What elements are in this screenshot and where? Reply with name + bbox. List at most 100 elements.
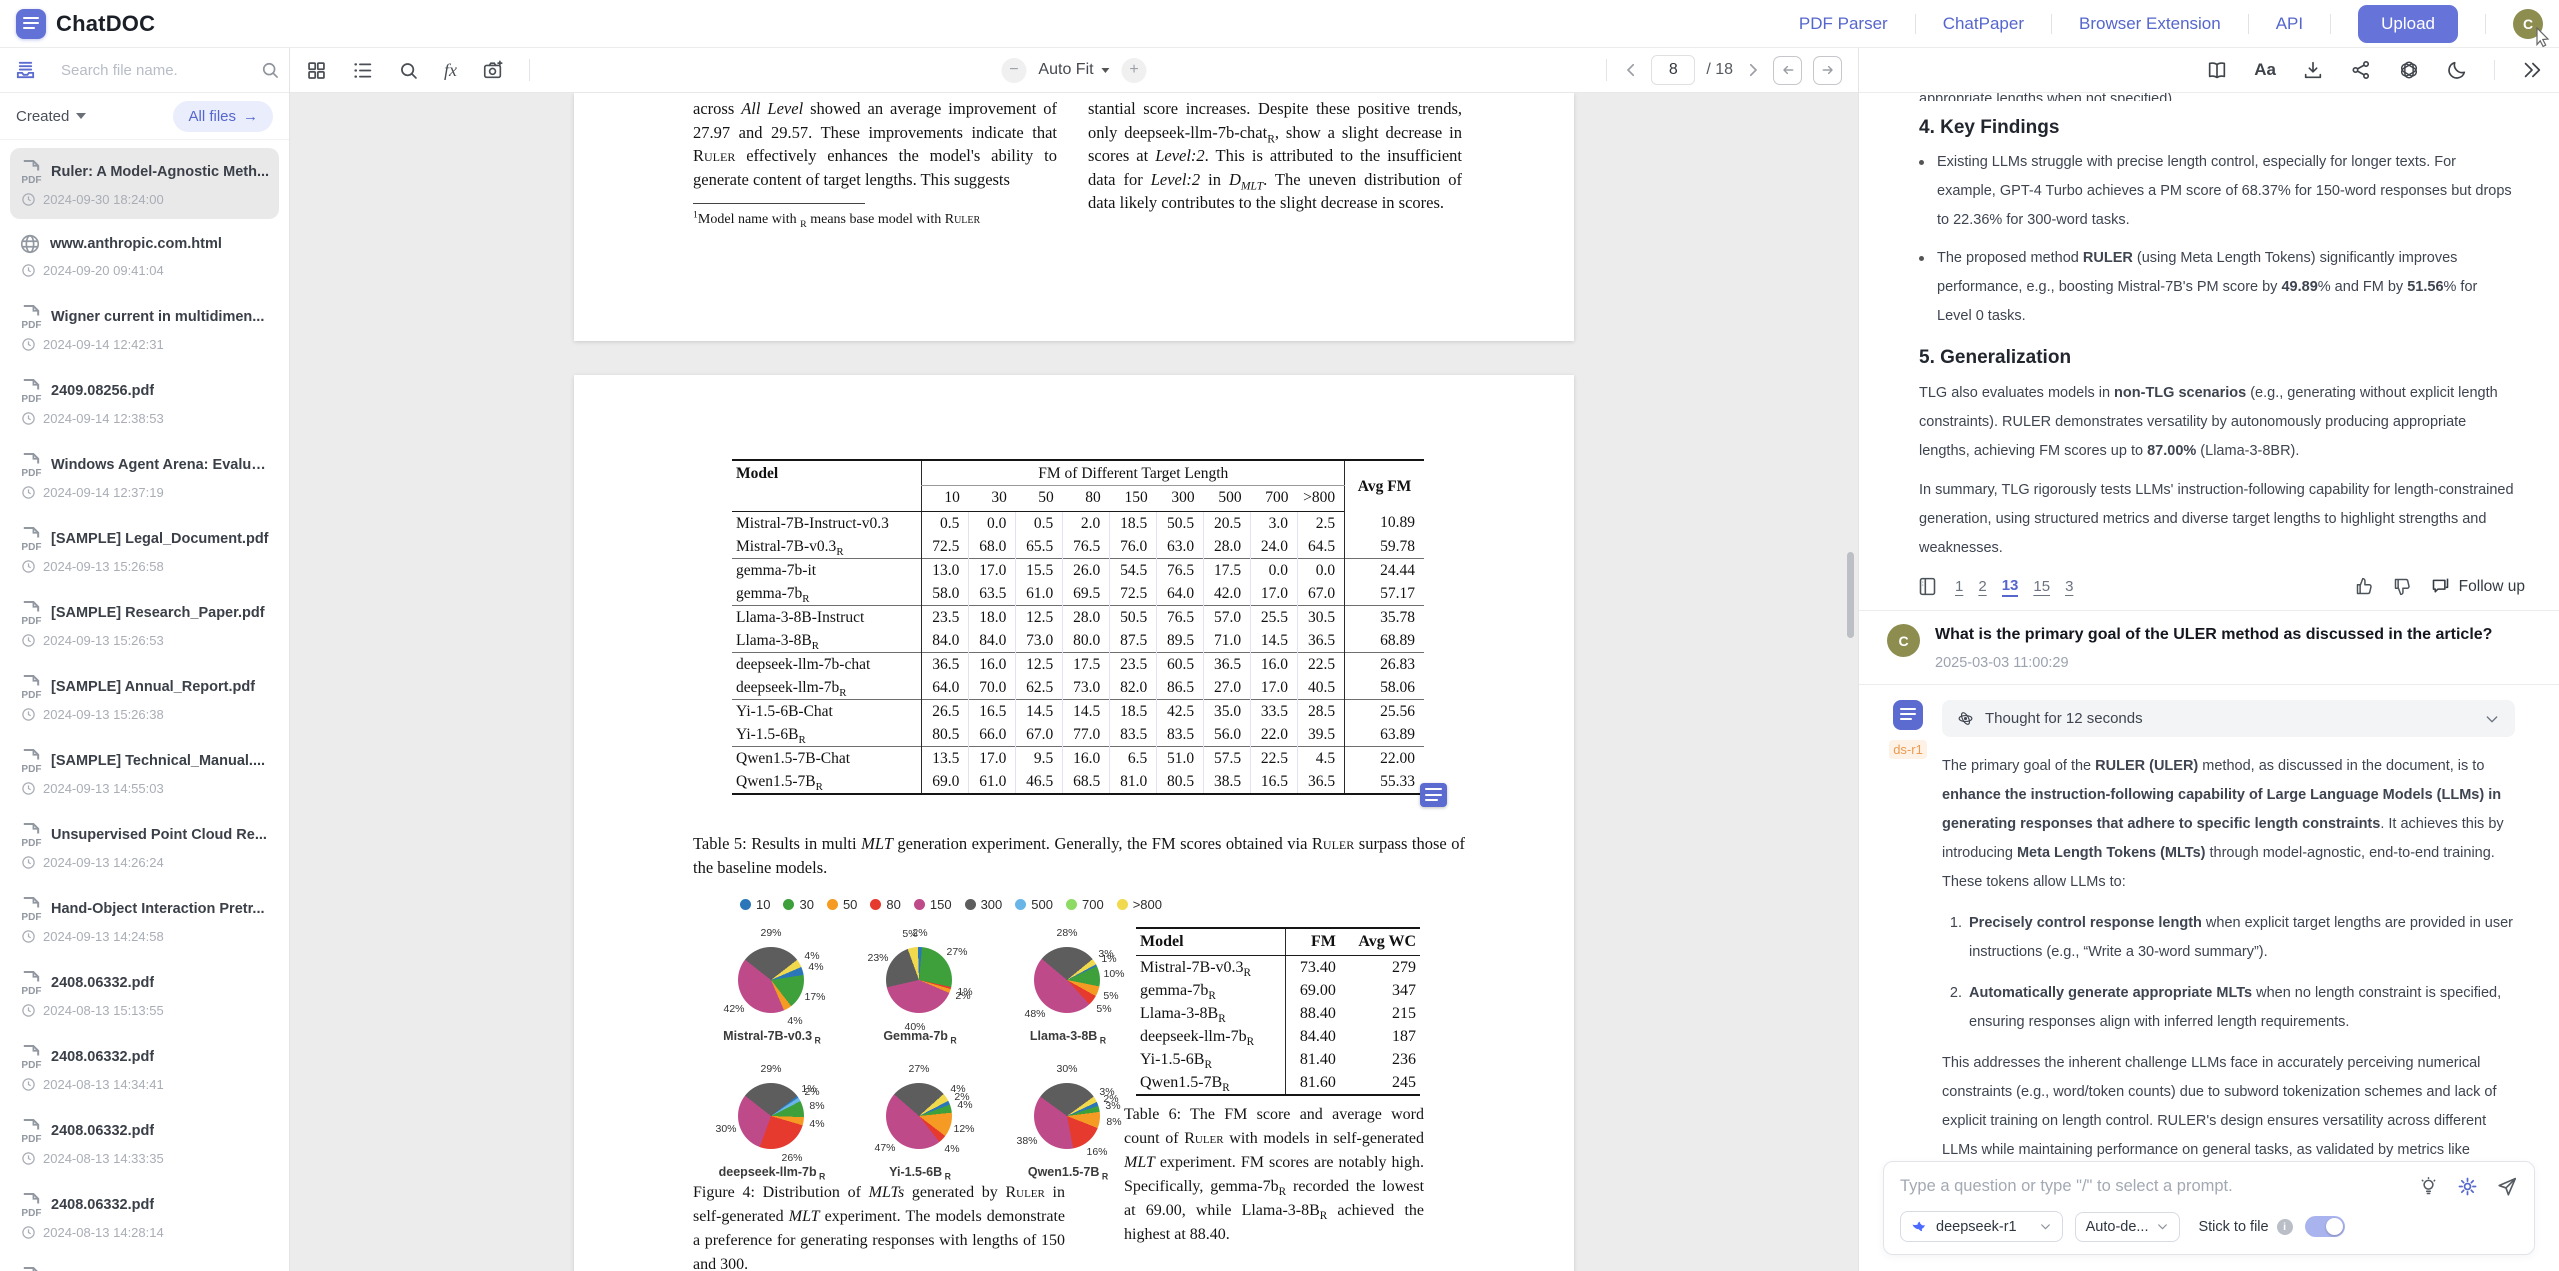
file-list-item[interactable]: PDF2408.06332.pdf 2024-08-13 15:13:55	[10, 959, 279, 1030]
file-title: [SAMPLE] Research_Paper.pdf	[51, 605, 265, 621]
file-list-item[interactable]: PDF2408.06332.pdf 2024-08-13 14:34:41	[10, 1033, 279, 1104]
file-list-item[interactable]: PDF2408.06332.pdf 2024-08-13 14:33:35	[10, 1107, 279, 1178]
zoom-in-button[interactable]: +	[1122, 58, 1147, 83]
answer-paragraph: This addresses the inherent challenge LL…	[1942, 1049, 2515, 1159]
stick-to-file-label: Stick to file i	[2198, 1219, 2292, 1235]
clock-icon	[21, 411, 36, 426]
pie-chart: 29%4%4%17%4%42%Mistral-7B-v0.3 R	[698, 927, 846, 1051]
question-input[interactable]	[1900, 1177, 2400, 1196]
thumbnail-grid-icon[interactable]	[306, 60, 327, 81]
file-list-item[interactable]: PDF[SAMPLE] Technical_Manual.... 2024-09…	[10, 737, 279, 808]
source-page-link[interactable]: 1	[1955, 578, 1963, 595]
follow-up-button[interactable]: Follow up	[2430, 576, 2525, 597]
page-prev-icon[interactable]	[1622, 61, 1640, 79]
send-icon[interactable]	[2496, 1175, 2518, 1197]
legend-item: 80	[870, 897, 900, 912]
source-page-link[interactable]: 15	[2033, 578, 2050, 595]
file-list-item[interactable]: PDF[SAMPLE] Annual_Report.pdf 2024-09-13…	[10, 663, 279, 734]
dark-mode-moon-icon[interactable]	[2446, 59, 2468, 81]
model-select-dropdown[interactable]: deepseek-r1	[1900, 1211, 2063, 1242]
source-page-link[interactable]: 3	[2065, 578, 2073, 595]
thumbs-up-icon[interactable]	[2354, 576, 2375, 597]
search-icon[interactable]	[260, 60, 280, 80]
source-page-link[interactable]: 2	[1978, 578, 1986, 595]
summary-bullet: Existing LLMs struggle with precise leng…	[1919, 148, 2515, 235]
table-row: Mistral-7B-v0.3R73.40279	[1136, 956, 1420, 980]
source-page-link[interactable]: 13	[2002, 577, 2019, 597]
file-list-item[interactable]: PDF[SAMPLE] Legal_Document.pdf 2024-09-1…	[10, 515, 279, 586]
clock-icon	[21, 1077, 36, 1092]
nav-chatpaper[interactable]: ChatPaper	[1943, 14, 2024, 34]
share-icon[interactable]	[2350, 59, 2372, 81]
file-date: 2024-09-13 14:24:58	[43, 929, 164, 944]
outline-list-icon[interactable]	[352, 60, 373, 81]
pdf-file-icon: PDF	[19, 1192, 42, 1217]
auto-detect-dropdown[interactable]: Auto-de...	[2075, 1212, 2181, 1242]
file-list-item[interactable]: PDFWigner current in multidimen... 2024-…	[10, 293, 279, 364]
document-viewer[interactable]: across All Level showed an average impro…	[290, 93, 1858, 1271]
file-list-item[interactable]: PDFWindows Agent Arena: Evalua... 2024-0…	[10, 441, 279, 512]
file-list-item[interactable]: PDF[SAMPLE] Research_Paper.pdf 2024-09-1…	[10, 589, 279, 660]
chat-scroll-area[interactable]: appropriate lengths when not specified).…	[1859, 93, 2559, 1159]
all-files-button[interactable]: All files→	[173, 101, 273, 132]
info-icon[interactable]: i	[2277, 1219, 2293, 1235]
file-list-item[interactable]: www.anthropic.com.html 2024-09-20 09:41:…	[10, 222, 279, 290]
file-list-item[interactable]: PDFUnsupervised Point Cloud Re... 2024-0…	[10, 811, 279, 882]
search-document-icon[interactable]	[398, 60, 419, 81]
svg-text:PDF: PDF	[21, 838, 41, 847]
zoom-out-button[interactable]: −	[1001, 58, 1026, 83]
thought-collapse-bar[interactable]: Thought for 12 seconds	[1942, 700, 2515, 737]
page-number-input[interactable]	[1651, 55, 1695, 85]
history-forward-button[interactable]	[1813, 56, 1842, 85]
nav-pdf-parser[interactable]: PDF Parser	[1799, 14, 1888, 34]
zoom-mode-dropdown[interactable]: Auto Fit	[1038, 61, 1109, 79]
table-row: gemma-7b-it13.017.015.526.054.576.517.50…	[732, 559, 1424, 583]
file-date: 2024-09-30 18:24:00	[43, 192, 164, 207]
prompt-ideas-icon[interactable]	[2418, 1176, 2439, 1197]
stick-to-file-toggle[interactable]	[2305, 1216, 2345, 1237]
archive-icon[interactable]	[14, 59, 37, 82]
table-row: Qwen1.5-7BR69.061.046.568.581.080.538.51…	[732, 770, 1424, 794]
nav-api[interactable]: API	[2276, 14, 2303, 34]
chatdoc-app: ChatDOC PDF Parser ChatPaper Browser Ext…	[0, 0, 2559, 1271]
file-title: [SAMPLE] Annual_Report.pdf	[51, 679, 255, 695]
snapshot-icon[interactable]	[482, 59, 504, 81]
answer-list: Precisely control response length when e…	[1946, 909, 2515, 1037]
openai-icon[interactable]	[2398, 59, 2420, 81]
chatdoc-logo-icon[interactable]	[16, 9, 46, 39]
nav-browser-extension[interactable]: Browser Extension	[2079, 14, 2221, 34]
font-size-icon[interactable]: Aa	[2254, 60, 2276, 80]
file-list-item[interactable]: PDFRuler: A Model-Agnostic Meth... 2024-…	[10, 148, 279, 219]
annotation-bookmark-icon[interactable]	[1420, 783, 1447, 807]
search-input[interactable]	[61, 62, 260, 79]
summary-heading-generalization: 5. Generalization	[1919, 347, 2515, 369]
file-list-item[interactable]: PDF2408.05910.pdf 2024-08-13 14:26:51	[10, 1255, 279, 1271]
settings-gear-icon[interactable]	[2457, 1176, 2478, 1197]
summary-book-icon[interactable]	[2206, 59, 2228, 81]
chat-scrollbar-thumb[interactable]	[1847, 552, 1854, 638]
file-date: 2024-09-20 09:41:04	[43, 263, 164, 278]
legend-item: 30	[783, 897, 813, 912]
table-row: gemma-7bR69.00347	[1136, 979, 1420, 1002]
collapse-panel-icon[interactable]	[2521, 59, 2543, 81]
download-icon[interactable]	[2302, 59, 2324, 81]
page-next-icon[interactable]	[1744, 61, 1762, 79]
file-list-item[interactable]: PDFHand-Object Interaction Pretr... 2024…	[10, 885, 279, 956]
pdf-file-icon: PDF	[19, 674, 42, 699]
formula-icon[interactable]: fx	[444, 60, 457, 81]
table-row: deepseek-llm-7bR64.070.062.573.082.086.5…	[732, 676, 1424, 700]
thumbs-down-icon[interactable]	[2392, 576, 2413, 597]
sort-created-dropdown[interactable]: Created	[16, 108, 86, 125]
pie-chart: 27%4%2%4%12%4%47%Yi-1.5-6B R	[846, 1063, 994, 1187]
upload-button[interactable]: Upload	[2358, 5, 2458, 43]
legend-item: 150	[914, 897, 952, 912]
pdf-file-icon: PDF	[19, 970, 42, 995]
file-title: 2409.08256.pdf	[51, 383, 154, 399]
history-back-button[interactable]	[1773, 56, 1802, 85]
app-header: ChatDOC PDF Parser ChatPaper Browser Ext…	[0, 0, 2559, 48]
file-list-item[interactable]: PDF2408.06332.pdf 2024-08-13 14:28:14	[10, 1181, 279, 1252]
clock-icon	[21, 781, 36, 796]
file-list-item[interactable]: PDF2409.08256.pdf 2024-09-14 12:38:53	[10, 367, 279, 438]
chat-panel: Aa appropriate lengths when not specifie…	[1859, 48, 2559, 1271]
clock-icon	[21, 929, 36, 944]
